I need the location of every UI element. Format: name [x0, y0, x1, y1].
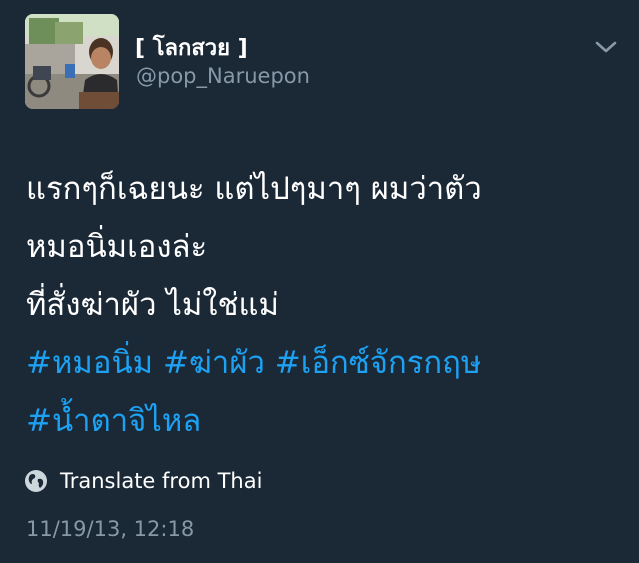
translate-label: Translate from Thai — [60, 469, 263, 493]
tweet-timestamp[interactable]: 11/19/13, 12:18 — [26, 517, 194, 541]
globe-icon — [25, 470, 47, 492]
avatar[interactable] — [25, 14, 119, 109]
author-handle[interactable]: @pop_Naruepon — [136, 64, 310, 88]
tweet-text-line: แรกๆก็เฉยนะ แต่ไปๆมาๆ ผมว่าตัว — [26, 171, 482, 207]
hashtag-link[interactable]: #หมอนิ่ม — [26, 345, 153, 381]
hashtag-line: #น้ำตาจิไหล — [26, 392, 626, 450]
hashtag-link[interactable]: #เอ็กซ์จักรกฤษ — [275, 345, 482, 381]
tweet-card: [ โลกสวย ] @pop_Naruepon แรกๆก็เฉยนะ แต่… — [0, 0, 639, 563]
tweet-text: แรกๆก็เฉยนะ แต่ไปๆมาๆ ผมว่าตัว หมอนิ่มเอ… — [26, 160, 626, 450]
translate-link[interactable]: Translate from Thai — [24, 467, 262, 495]
hashtag-line: #หมอนิ่ม #ฆ่าผัว #เอ็กซ์จักรกฤษ — [26, 334, 626, 392]
chevron-down-icon — [595, 41, 617, 53]
hashtag-link[interactable]: #น้ำตาจิไหล — [26, 403, 201, 439]
tweet-text-line: ที่สั่งฆ่าผัว ไม่ใช่แม่ — [26, 287, 279, 323]
tweet-menu-button[interactable] — [592, 36, 620, 58]
tweet-text-line: หมอนิ่มเองล่ะ — [26, 229, 208, 265]
avatar-photo — [25, 14, 119, 109]
author-display-name[interactable]: [ โลกสวย ] — [135, 30, 248, 65]
hashtag-link[interactable]: #ฆ่าผัว — [163, 345, 265, 381]
